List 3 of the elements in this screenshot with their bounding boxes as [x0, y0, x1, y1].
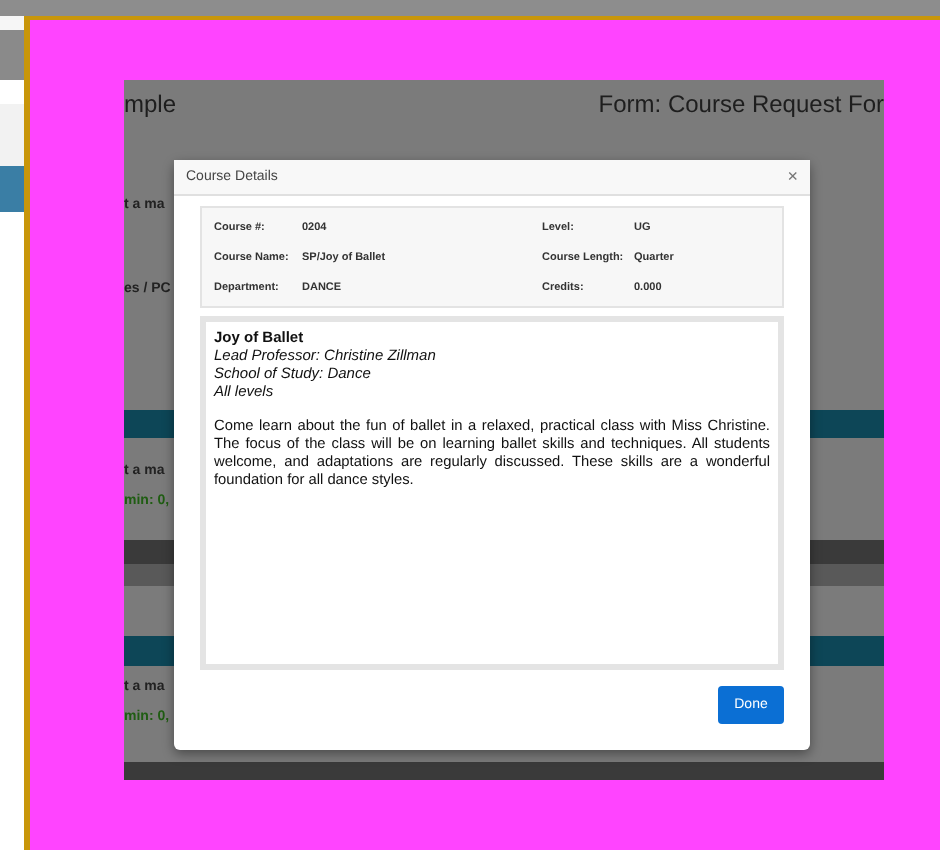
- form-title: Form: Course Request For: [598, 90, 884, 118]
- page-title: mple: [124, 90, 177, 118]
- close-button[interactable]: ×: [787, 168, 798, 186]
